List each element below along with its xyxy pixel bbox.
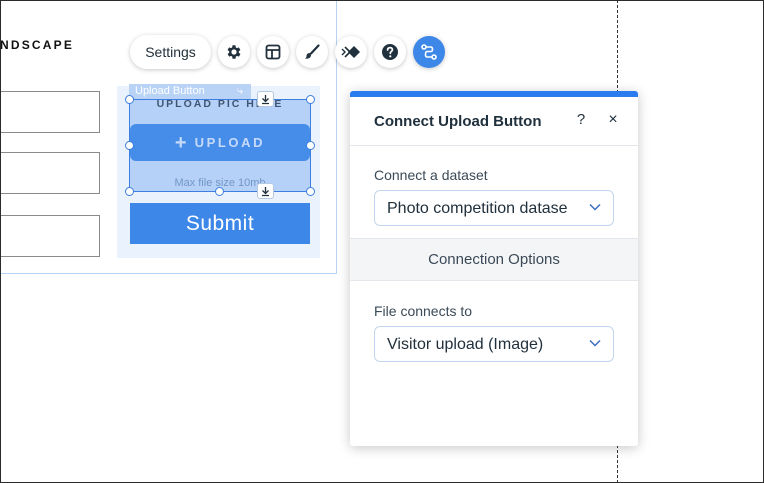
file-connects-label: File connects to — [374, 303, 473, 319]
panel-header: Connect Upload Button ? × — [350, 97, 638, 146]
chevron-down-icon — [589, 339, 601, 347]
layout-button[interactable] — [257, 36, 289, 68]
connection-options-header: Connection Options — [350, 238, 638, 281]
selection-overlay[interactable] — [129, 99, 311, 192]
connect-data-button[interactable] — [413, 36, 445, 68]
animation-button[interactable] — [335, 36, 367, 68]
resize-handle-middle-left[interactable] — [125, 141, 134, 150]
resize-handle-top-left[interactable] — [125, 95, 134, 104]
animation-icon — [341, 46, 360, 58]
submit-button[interactable]: Submit — [130, 203, 310, 244]
dataset-value: Photo competition dataset — [387, 200, 567, 217]
layout-icon — [265, 44, 281, 60]
selection-label-text: Upload Button — [135, 85, 205, 97]
form-title: NDSCAPE — [0, 38, 75, 52]
dataset-dropdown[interactable]: Photo competition dataset — [374, 190, 614, 226]
stretch-arrow-icon — [262, 186, 269, 196]
help-icon — [382, 44, 398, 60]
design-button[interactable] — [296, 36, 328, 68]
panel-title: Connect Upload Button — [374, 113, 542, 130]
resize-handle-bottom-middle[interactable] — [215, 187, 224, 196]
stretch-handle-top[interactable] — [257, 91, 274, 107]
stretch-handle-bottom[interactable] — [257, 183, 274, 199]
connect-data-icon — [421, 44, 437, 60]
form-field-1[interactable] — [0, 91, 100, 133]
resize-handle-bottom-left[interactable] — [125, 187, 134, 196]
resize-handle-middle-right[interactable] — [306, 141, 315, 150]
dataset-label: Connect a dataset — [374, 167, 488, 183]
resize-handle-top-right[interactable] — [306, 95, 315, 104]
help-button[interactable] — [374, 36, 406, 68]
form-field-3[interactable] — [0, 215, 100, 257]
brush-icon — [305, 44, 320, 59]
connect-panel: Connect Upload Button ? × Connect a data… — [350, 91, 638, 446]
settings-button[interactable]: Settings — [130, 35, 211, 69]
gear-button[interactable] — [218, 36, 250, 68]
chevron-down-icon — [589, 203, 601, 211]
selection-label: Upload Button ⤷ — [129, 84, 251, 99]
file-connects-value: Visitor upload (Image) — [387, 336, 544, 353]
file-connects-dropdown[interactable]: Visitor upload (Image) — [374, 326, 614, 362]
panel-help-button[interactable]: ? — [574, 111, 588, 128]
resize-handle-bottom-right[interactable] — [306, 187, 315, 196]
panel-close-button[interactable]: × — [606, 111, 620, 129]
form-field-2[interactable] — [0, 152, 100, 194]
stretch-arrow-icon — [262, 94, 269, 104]
connection-icon: ⤷ — [236, 85, 243, 97]
gear-icon — [227, 45, 241, 59]
